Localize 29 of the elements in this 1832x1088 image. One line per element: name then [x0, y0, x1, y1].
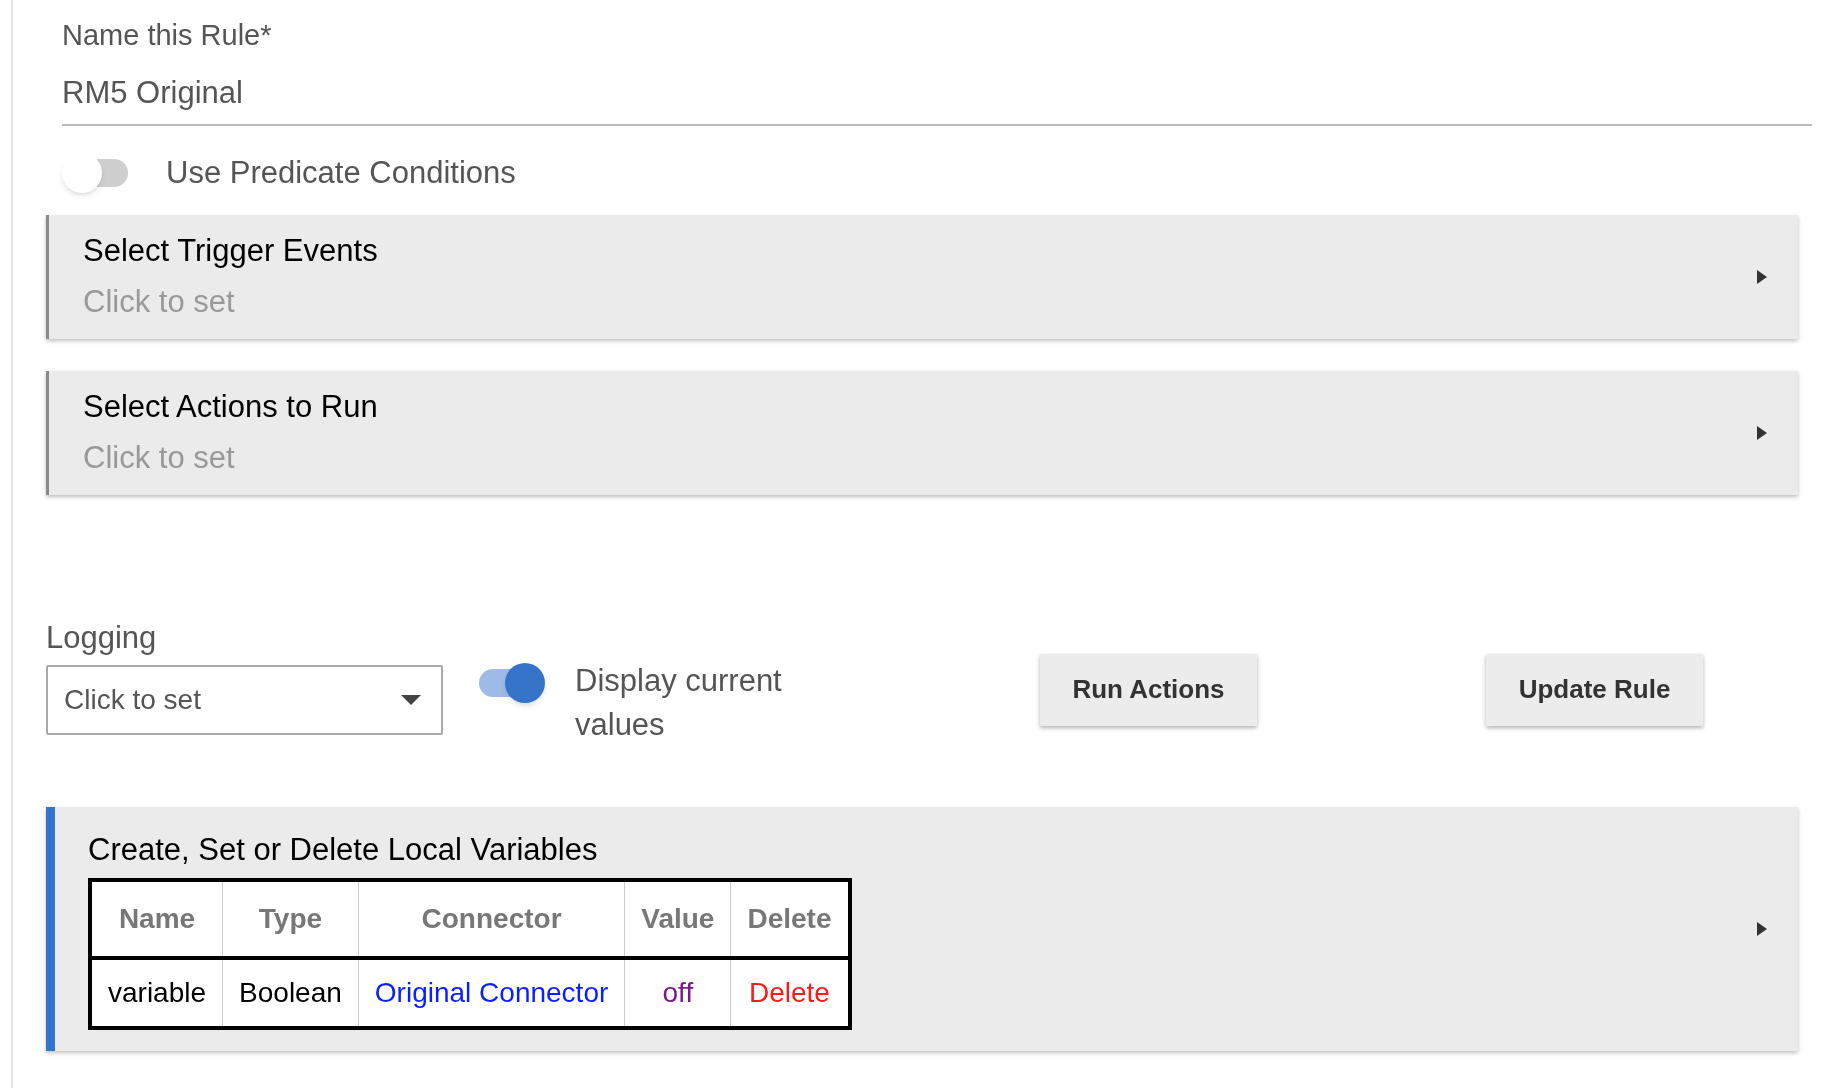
logging-dropdown[interactable]: Click to set: [46, 665, 443, 735]
expand-arrow-icon: [1756, 424, 1768, 441]
section-title: Select Trigger Events: [83, 232, 378, 270]
column-header: Name: [90, 879, 223, 958]
action-button[interactable]: Run Actions: [1040, 653, 1257, 726]
table-cell: Boolean: [222, 957, 359, 1028]
expand-arrow-icon: [1756, 268, 1768, 285]
section-subtitle: Click to set: [83, 438, 236, 477]
expand-arrow-icon: [1756, 920, 1768, 937]
rule-name-field[interactable]: RM5 Original: [62, 57, 1812, 126]
table-cell-link[interactable]: Delete: [730, 957, 850, 1028]
section-panel[interactable]: Select Actions to Run Click to set: [46, 370, 1798, 495]
column-header: Value: [624, 879, 731, 958]
field-label: Name this Rule*: [62, 18, 273, 53]
section-subtitle: Click to set: [83, 282, 236, 321]
column-header: Type: [222, 879, 359, 958]
section-title: Create, Set or Delete Local Variables: [88, 831, 599, 870]
section-title: Select Actions to Run: [83, 388, 378, 426]
table-cell-link[interactable]: Original Connector: [358, 957, 625, 1028]
table-cell: variable: [90, 957, 223, 1028]
caret-icon: [401, 695, 421, 705]
field-label: Logging: [46, 618, 158, 657]
action-button[interactable]: Update Rule: [1486, 653, 1703, 726]
table-cell-link[interactable]: off: [624, 957, 731, 1028]
switch-label: Use Predicate Conditions: [166, 154, 516, 192]
section-panel[interactable]: Select Trigger Events Click to set: [46, 214, 1798, 339]
switch-label: Display current values: [575, 661, 783, 744]
column-header: Connector: [358, 879, 625, 958]
column-header: Delete: [730, 879, 850, 958]
